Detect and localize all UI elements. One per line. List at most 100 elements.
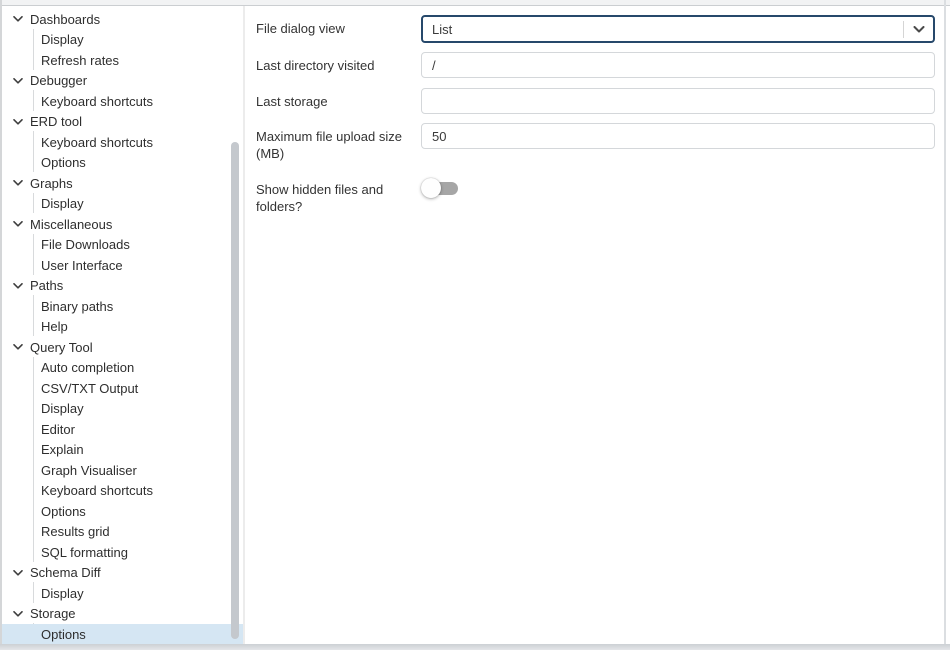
tree-item-label: Display [41, 586, 84, 601]
tree-item-options[interactable]: Options [0, 501, 243, 522]
field-label: Last storage [256, 88, 421, 110]
tree-item-label: Graph Visualiser [41, 463, 137, 478]
tree-item-auto-completion[interactable]: Auto completion [0, 358, 243, 379]
tree-group-label: Paths [30, 278, 63, 293]
dialog-right-edge [944, 0, 946, 644]
tree-item-label: Display [41, 32, 84, 47]
dialog-bottom-shadow [0, 644, 950, 650]
tree-children: Display [0, 583, 243, 604]
tree-item-keyboard-shortcuts[interactable]: Keyboard shortcuts [0, 481, 243, 502]
tree-item-label: Results grid [41, 524, 110, 539]
tree-item-sql-formatting[interactable]: SQL formatting [0, 542, 243, 563]
tree-group-paths[interactable]: Paths [0, 276, 243, 297]
tree-item-label: Help [41, 319, 68, 334]
tree-item-csv-txt-output[interactable]: CSV/TXT Output [0, 378, 243, 399]
tree-item-options[interactable]: Options [0, 624, 243, 644]
field-label: Maximum file upload size (MB) [256, 123, 421, 162]
tree-children: Display [0, 194, 243, 215]
tree-group-label: ERD tool [30, 114, 82, 129]
tree-item-editor[interactable]: Editor [0, 419, 243, 440]
form-row-file-dialog-view: File dialog view List [256, 15, 935, 43]
tree-item-label: Keyboard shortcuts [41, 483, 153, 498]
tree-item-display[interactable]: Display [0, 30, 243, 51]
file-dialog-view-select[interactable]: List [421, 15, 935, 43]
tree-item-user-interface[interactable]: User Interface [0, 255, 243, 276]
tree-item-keyboard-shortcuts[interactable]: Keyboard shortcuts [0, 132, 243, 153]
form-row-last-directory: Last directory visited [256, 52, 935, 78]
tree-item-label: SQL formatting [41, 545, 128, 560]
tree-children: Keyboard shortcuts Options [0, 132, 243, 173]
sidebar-scrollbar-thumb[interactable] [231, 142, 239, 639]
chevron-down-icon[interactable] [13, 342, 23, 352]
tree-item-display[interactable]: Display [0, 583, 243, 604]
tree-item-binary-paths[interactable]: Binary paths [0, 296, 243, 317]
tree-item-label: Options [41, 627, 86, 642]
select-value: List [432, 22, 903, 37]
tree-group-label: Query Tool [30, 340, 93, 355]
max-upload-size-input[interactable] [421, 123, 935, 149]
tree-group-dashboards[interactable]: Dashboards [0, 9, 243, 30]
preferences-tree: DashboardsDisplayRefresh ratesDebuggerKe… [0, 6, 243, 644]
tree-item-keyboard-shortcuts[interactable]: Keyboard shortcuts [0, 91, 243, 112]
tree-children: Keyboard shortcuts [0, 91, 243, 112]
tree-children: Options [0, 624, 243, 644]
tree-group-graphs[interactable]: Graphs [0, 173, 243, 194]
chevron-down-icon [913, 26, 925, 33]
tree-item-label: Display [41, 401, 84, 416]
show-hidden-files-toggle[interactable] [421, 178, 459, 198]
tree-item-results-grid[interactable]: Results grid [0, 522, 243, 543]
tree-item-file-downloads[interactable]: File Downloads [0, 235, 243, 256]
tree-item-help[interactable]: Help [0, 317, 243, 338]
field-label: Last directory visited [256, 52, 421, 74]
last-storage-input[interactable] [421, 88, 935, 114]
preferences-sidebar: DashboardsDisplayRefresh ratesDebuggerKe… [0, 6, 243, 644]
chevron-down-icon[interactable] [13, 609, 23, 619]
toggle-knob [421, 178, 441, 198]
chevron-down-icon[interactable] [13, 568, 23, 578]
tree-item-label: Explain [41, 442, 84, 457]
tree-item-label: User Interface [41, 258, 123, 273]
tree-item-label: Options [41, 155, 86, 170]
tree-group-miscellaneous[interactable]: Miscellaneous [0, 214, 243, 235]
tree-group-erd-tool[interactable]: ERD tool [0, 112, 243, 133]
tree-group-debugger[interactable]: Debugger [0, 71, 243, 92]
tree-children: Binary paths Help [0, 296, 243, 337]
preferences-dialog: DashboardsDisplayRefresh ratesDebuggerKe… [0, 0, 950, 650]
tree-item-label: Refresh rates [41, 53, 119, 68]
tree-group-label: Schema Diff [30, 565, 101, 580]
tree-group-schema-diff[interactable]: Schema Diff [0, 563, 243, 584]
tree-item-refresh-rates[interactable]: Refresh rates [0, 50, 243, 71]
chevron-down-icon[interactable] [13, 76, 23, 86]
tree-children: File Downloads User Interface [0, 235, 243, 276]
tree-group-query-tool[interactable]: Query Tool [0, 337, 243, 358]
tree-item-label: Editor [41, 422, 75, 437]
last-directory-input[interactable] [421, 52, 935, 78]
tree-item-graph-visualiser[interactable]: Graph Visualiser [0, 460, 243, 481]
tree-item-label: Auto completion [41, 360, 134, 375]
dialog-left-edge [0, 0, 2, 644]
tree-group-storage[interactable]: Storage [0, 604, 243, 625]
chevron-down-icon[interactable] [13, 117, 23, 127]
tree-item-display[interactable]: Display [0, 194, 243, 215]
chevron-down-icon[interactable] [13, 178, 23, 188]
tree-group-label: Miscellaneous [30, 217, 112, 232]
chevron-down-icon[interactable] [13, 14, 23, 24]
tree-item-display[interactable]: Display [0, 399, 243, 420]
chevron-down-icon[interactable] [13, 281, 23, 291]
tree-group-label: Graphs [30, 176, 73, 191]
tree-item-label: Display [41, 196, 84, 211]
tree-group-label: Dashboards [30, 12, 100, 27]
tree-item-label: Binary paths [41, 299, 113, 314]
chevron-down-icon[interactable] [13, 219, 23, 229]
select-separator [903, 21, 904, 38]
tree-item-label: File Downloads [41, 237, 130, 252]
form-row-last-storage: Last storage [256, 88, 935, 114]
tree-item-options[interactable]: Options [0, 153, 243, 174]
storage-options-panel: File dialog view List Last directory vis… [245, 6, 950, 644]
tree-item-label: Options [41, 504, 86, 519]
tree-item-explain[interactable]: Explain [0, 440, 243, 461]
form-row-show-hidden: Show hidden files and folders? [256, 176, 935, 215]
tree-item-label: Keyboard shortcuts [41, 135, 153, 150]
tree-item-label: CSV/TXT Output [41, 381, 138, 396]
tree-children: Auto completion CSV/TXT Output Display Edit… [0, 358, 243, 563]
